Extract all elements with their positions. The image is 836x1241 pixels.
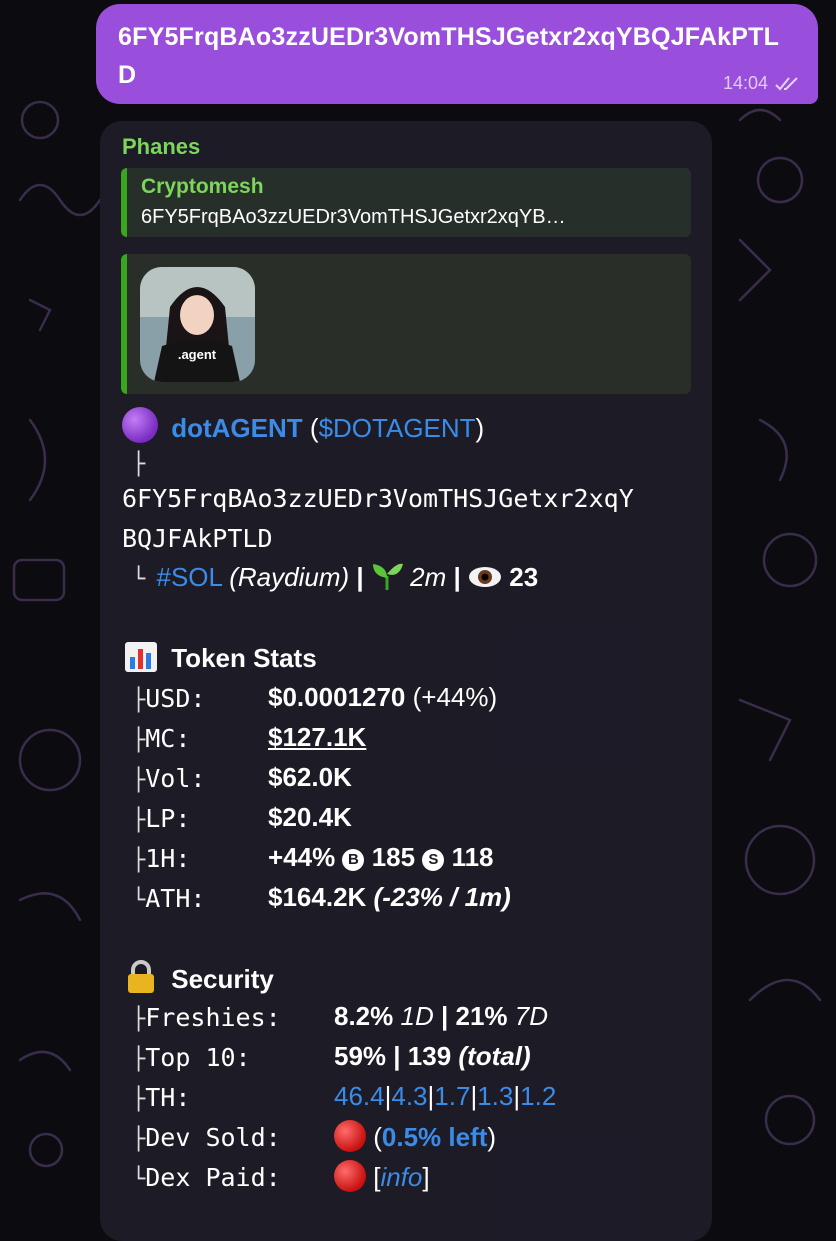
stat-lp-value: $20.4K (268, 802, 352, 832)
outgoing-message-text: 6FY5FrqBAo3zzUEDr3VomTHSJGetxr2xqYBQJFAk… (118, 23, 780, 89)
outgoing-message-bubble[interactable]: 6FY5FrqBAo3zzUEDr3VomTHSJGetxr2xqYBQJFAk… (96, 4, 818, 104)
token-stats-title: Token Stats (171, 643, 317, 673)
ticker-open-paren: ( (309, 413, 319, 443)
token-stats-header: Token Stats (124, 641, 317, 674)
reply-snippet: 6FY5FrqBAo3zzUEDr3VomTHSJGetxr2xqYB… (141, 206, 566, 228)
stat-1h-label: ├1H: (132, 844, 191, 873)
token-meta-line: └ #SOL (Raydium) | 2m | 23 (132, 562, 538, 593)
dev-sold-link[interactable]: 0.5% left (382, 1122, 488, 1152)
freshies-label: ├Freshies: (132, 1003, 281, 1032)
th-link-5[interactable]: 1.2 (520, 1081, 556, 1111)
tree-end: └ (132, 567, 146, 592)
reply-quote[interactable]: Cryptomesh 6FY5FrqBAo3zzUEDr3VomTHSJGetx… (121, 168, 691, 237)
avatar-shirt-text: .agent (178, 347, 217, 362)
top10-value: 59% | 139 (total) (334, 1041, 531, 1071)
top10-label: ├Top 10: (132, 1043, 251, 1072)
dex-paid-info-link[interactable]: info (380, 1162, 422, 1192)
dex-paid-label: └Dex Paid: (132, 1163, 281, 1192)
stat-vol-label: ├Vol: (132, 764, 206, 793)
dex-name: (Raydium) (229, 562, 350, 592)
token-title: dotAGENT ($DOTAGENT) (122, 407, 484, 444)
token-age: 2m (410, 562, 447, 592)
bar-chart-icon (125, 642, 157, 672)
stat-lp-label: ├LP: (132, 804, 191, 833)
stat-usd-value: $0.0001270 (+44%) (268, 682, 498, 712)
sell-icon: S (422, 848, 445, 871)
separator: | (453, 562, 461, 592)
separator: | (356, 562, 364, 592)
buy-icon: B (342, 848, 365, 871)
chain-hashtag[interactable]: #SOL (156, 562, 222, 592)
stat-usd-label: ├USD: (132, 684, 206, 713)
seedling-icon (372, 563, 403, 590)
stat-vol-value: $62.0K (268, 762, 352, 792)
reply-author: Cryptomesh (141, 175, 264, 198)
th-link-3[interactable]: 1.7 (434, 1081, 470, 1111)
purple-circle-icon (122, 407, 158, 443)
stat-mc-label: ├MC: (132, 724, 191, 753)
dex-paid-value: [info] (334, 1160, 430, 1193)
red-circle-icon (334, 1160, 366, 1192)
th-link-4[interactable]: 1.3 (477, 1081, 513, 1111)
th-link-1[interactable]: 46.4 (334, 1081, 385, 1111)
security-header: Security (124, 960, 274, 995)
token-name-link[interactable]: dotAGENT (171, 413, 302, 443)
sender-name[interactable]: Phanes (122, 134, 200, 160)
message-time: 14:04 (722, 73, 768, 93)
message-meta: 14:04 (723, 73, 800, 94)
double-check-icon (775, 76, 798, 90)
freshies-value: 8.2% 1D | 21% 7D (334, 1001, 549, 1031)
ticker-close-paren: ) (475, 413, 485, 443)
stat-mc-value[interactable]: $127.1K (268, 722, 366, 753)
buy-count: 185 (371, 842, 416, 872)
stat-ath-value: $164.2K (-23% / 1m) (268, 882, 511, 912)
sell-count: 118 (451, 842, 494, 872)
view-count: 23 (509, 562, 539, 592)
token-address-line1[interactable]: 6FY5FrqBAo3zzUEDr3VomTHSJGetxr2xqY (122, 484, 634, 513)
stat-ath-label: └ATH: (132, 884, 206, 913)
ticker-link[interactable]: $DOTAGENT (319, 413, 476, 443)
th-label: ├TH: (132, 1083, 191, 1112)
token-address-line2[interactable]: BQJFAkPTLD (122, 524, 273, 553)
tree-branch: ├ (132, 452, 146, 477)
eye-icon (469, 567, 502, 587)
th-link-2[interactable]: 4.3 (391, 1081, 427, 1111)
dev-sold-label: ├Dev Sold: (132, 1123, 281, 1152)
dev-sold-value: (0.5% left) (334, 1120, 496, 1153)
top-holders-values: 46.4|4.3|1.7|1.3|1.2 (334, 1081, 557, 1111)
stat-1h-value: +44% B 185 S 118 (268, 842, 494, 872)
red-circle-icon (334, 1120, 366, 1152)
token-avatar-image[interactable]: .agent (140, 267, 255, 382)
lock-icon (128, 960, 154, 993)
security-title: Security (171, 964, 274, 994)
